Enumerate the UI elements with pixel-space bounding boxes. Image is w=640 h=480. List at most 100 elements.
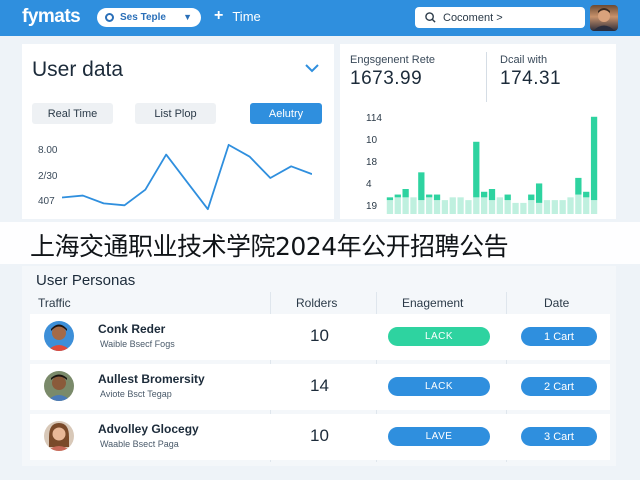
bar-y-tick: 18	[366, 157, 378, 168]
bar-light	[488, 200, 496, 214]
add-time-button[interactable]: + Time	[214, 8, 261, 24]
date-badge[interactable]: 3 Cart	[521, 427, 597, 446]
top-bar: fymats Ses Teple ▼ + Time Cocoment >	[0, 0, 640, 36]
bar-light	[449, 197, 456, 214]
engagement-badge[interactable]: LACK	[388, 327, 490, 346]
chevron-down-icon[interactable]	[304, 63, 320, 73]
plus-icon: +	[214, 7, 224, 24]
detail-value: 174.31	[500, 68, 562, 89]
bar-light	[559, 200, 566, 214]
bar-light	[528, 200, 535, 214]
column-header-rolders[interactable]: Rolders	[296, 296, 337, 310]
engagement-rate-value: 1673.99	[350, 68, 423, 89]
bar-light	[473, 197, 480, 214]
template-select-label: Ses Teple	[120, 12, 166, 23]
persona-subtitle: Waable Bsect Paga	[100, 439, 179, 449]
engagement-rate-label: Engsgenent Rete	[350, 54, 436, 66]
avatar	[44, 371, 74, 401]
persona-subtitle: Waible Bsecf Fogs	[100, 339, 175, 349]
user-avatar[interactable]	[590, 5, 618, 31]
bar-light	[433, 200, 441, 214]
bar-dark	[504, 194, 511, 201]
search-text: Cocoment >	[443, 11, 503, 24]
avatar	[44, 321, 74, 351]
chevron-down-icon: ▼	[183, 12, 192, 22]
bar-light	[512, 202, 519, 214]
bar-dark	[386, 197, 394, 201]
bar-y-tick: 114	[366, 113, 382, 124]
banner-text: 上海交通职业技术学院2024年公开招聘公告	[30, 232, 509, 261]
search-icon	[425, 12, 436, 23]
line-series	[62, 143, 312, 211]
bar-light	[504, 200, 511, 214]
bar-light	[465, 200, 472, 214]
bar-light	[575, 194, 582, 214]
avatar	[44, 421, 74, 451]
line-chart	[62, 143, 312, 211]
bar-dark	[575, 177, 582, 195]
bar-light	[410, 197, 417, 214]
column-header-traffic[interactable]: Traffic	[38, 296, 71, 310]
tab-list-plop[interactable]: List Plop	[135, 103, 216, 124]
bar-dark	[418, 172, 425, 201]
template-select[interactable]: Ses Teple ▼	[97, 8, 201, 27]
table-row[interactable]: Conk Reder Waible Bsecf Fogs 10 LACK 1 C…	[30, 314, 610, 360]
bar-light	[418, 200, 425, 214]
tab-real-time[interactable]: Real Time	[32, 103, 113, 124]
bar-light	[386, 200, 394, 214]
bar-dark	[481, 191, 488, 198]
bar-light	[441, 200, 449, 214]
persona-name: Conk Reder	[98, 322, 166, 336]
tab-activity[interactable]: Aelutry	[250, 103, 322, 124]
rolders-value: 10	[310, 426, 329, 445]
rolders-value: 10	[310, 326, 329, 345]
bar-dark	[473, 141, 480, 198]
bar-dark	[426, 194, 433, 198]
circle-icon	[105, 13, 114, 22]
engagement-badge[interactable]: LACK	[388, 377, 490, 396]
bar-dark	[394, 194, 401, 198]
column-header-date[interactable]: Date	[544, 296, 569, 310]
bar-dark	[590, 116, 598, 201]
stat-divider	[486, 52, 487, 102]
bar-light	[496, 197, 503, 214]
table-row[interactable]: Advolley Glocegy Waable Bsect Paga 10 LA…	[30, 414, 610, 460]
bar-light	[402, 197, 409, 214]
column-header-engagement[interactable]: Enagement	[402, 296, 463, 310]
user-data-title: User data	[32, 58, 124, 81]
line-y-label: 8.00	[38, 145, 58, 156]
bar-light	[457, 197, 464, 214]
engagement-panel: Engsgenent Rete 1673.99 Dcail with 174.3…	[340, 44, 616, 219]
detail-label: Dcail with	[500, 54, 548, 66]
bar-light	[567, 197, 574, 214]
engagement-badge[interactable]: LAVE	[388, 427, 490, 446]
bar-chart	[386, 116, 598, 214]
bar-dark	[488, 189, 496, 201]
bar-dark	[528, 194, 535, 201]
bar-dark	[535, 183, 543, 203]
bar-y-tick: 4	[366, 179, 372, 190]
bar-light	[590, 200, 598, 214]
persona-subtitle: Aviote Bsct Tegap	[100, 389, 172, 399]
bar-dark	[583, 191, 590, 198]
add-time-label: Time	[232, 8, 261, 24]
bar-light	[520, 202, 527, 214]
bar-light	[481, 197, 488, 214]
bar-y-tick: 10	[366, 135, 378, 146]
line-y-label: 2/30	[38, 171, 58, 182]
app-logo[interactable]: fymats	[22, 6, 81, 28]
persona-name: Aullest Bromersity	[98, 372, 205, 386]
search-input[interactable]: Cocoment >	[415, 7, 585, 28]
bar-light	[394, 197, 401, 214]
bar-dark	[402, 189, 409, 198]
line-y-label: 407	[38, 196, 55, 207]
date-badge[interactable]: 2 Cart	[521, 377, 597, 396]
user-data-card: User data Real Time List Plop Aelutry 8.…	[22, 44, 334, 219]
table-row[interactable]: Aullest Bromersity Aviote Bsct Tegap 14 …	[30, 364, 610, 410]
bar-light	[551, 200, 558, 214]
persona-name: Advolley Glocegy	[98, 422, 199, 436]
bar-light	[543, 200, 551, 214]
date-badge[interactable]: 1 Cart	[521, 327, 597, 346]
rolders-value: 14	[310, 376, 329, 395]
bar-dark	[433, 194, 441, 201]
